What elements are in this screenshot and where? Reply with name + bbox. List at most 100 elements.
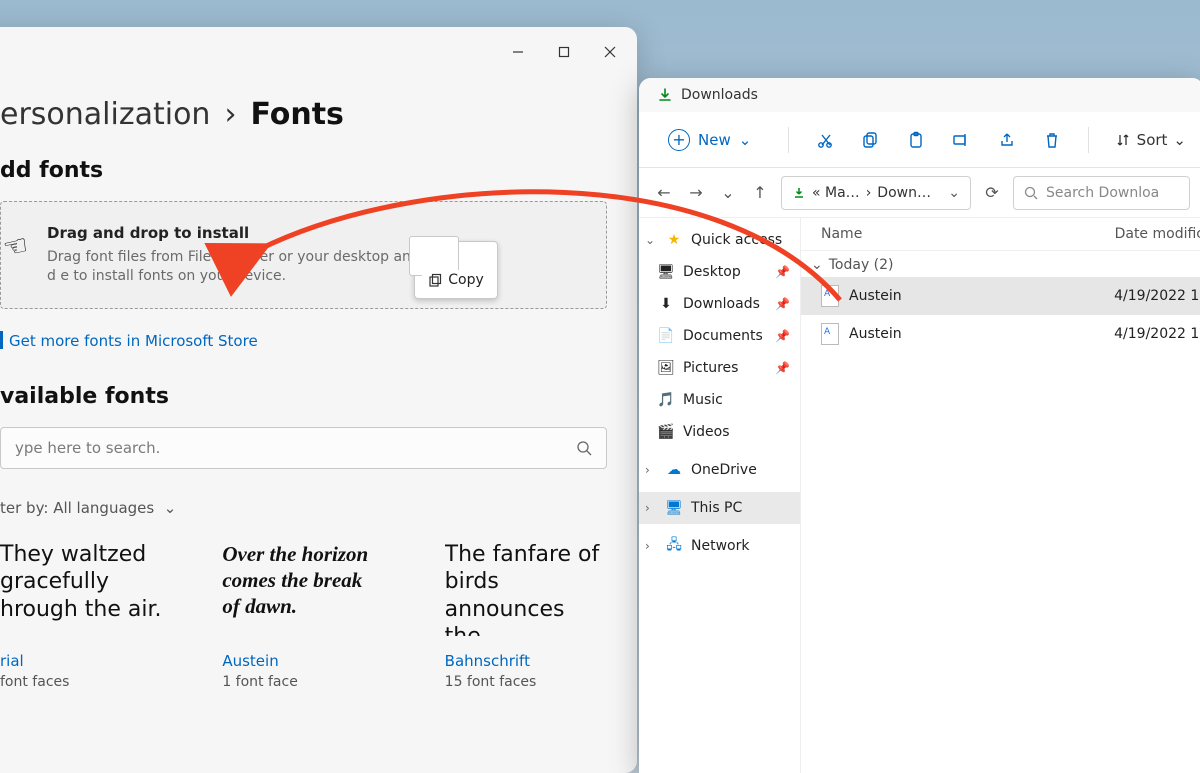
col-name[interactable]: Name — [821, 226, 1115, 242]
explorer-window: Downloads + New ⌄ Sort ⌄ ← → ⌄ ↑ « Ma… ›… — [639, 78, 1200, 773]
font-drop-zone[interactable]: ☜ Drag and drop to install Drag font fil… — [0, 201, 607, 309]
font-file-icon — [821, 285, 839, 307]
font-name[interactable]: rial — [0, 652, 162, 670]
font-file-icon — [821, 323, 839, 345]
hand-cursor-icon: ☜ — [0, 228, 31, 265]
settings-window: ersonalization › Fonts dd fonts ☜ Drag a… — [0, 27, 637, 773]
file-group-today[interactable]: ⌄ Today (2) — [801, 251, 1200, 277]
explorer-sidebar: ⌄ ★ Quick access 🖥Desktop📌⬇Downloads📌📄Do… — [639, 218, 801, 773]
back-button[interactable]: ← — [653, 183, 675, 202]
delete-button[interactable] — [1042, 130, 1061, 150]
desktop-icon: 🖥 — [657, 263, 675, 281]
pin-icon: 📌 — [775, 297, 790, 311]
chevron-right-icon: › — [645, 539, 657, 553]
address-bar[interactable]: « Ma… › Down… ⌄ — [781, 176, 971, 210]
sidebar-item-video[interactable]: 🎬Videos — [639, 416, 800, 448]
font-faces: 1 font face — [222, 674, 384, 690]
font-sample: The fanfare of birds announces the… — [445, 541, 607, 636]
drag-copy-tooltip: Copy — [414, 241, 498, 299]
pin-icon: 📌 — [775, 361, 790, 375]
explorer-toolbar: + New ⌄ Sort ⌄ — [639, 112, 1200, 168]
chevron-down-icon[interactable]: ⌄ — [948, 185, 960, 201]
share-button[interactable] — [997, 130, 1016, 150]
filter-row[interactable]: ter by: All languages ⌄ — [0, 499, 607, 517]
download-icon — [792, 186, 806, 200]
explorer-tab[interactable]: Downloads — [639, 78, 1200, 112]
column-headers[interactable]: Name Date modific — [801, 218, 1200, 251]
tab-title: Downloads — [681, 87, 758, 103]
breadcrumb-parent[interactable]: ersonalization — [0, 97, 210, 132]
new-button[interactable]: + New ⌄ — [657, 124, 762, 156]
search-icon — [1024, 186, 1038, 200]
forward-button[interactable]: → — [685, 183, 707, 202]
settings-titlebar — [0, 27, 637, 77]
sort-icon — [1115, 132, 1131, 148]
font-cards: They waltzed gracefully hrough the air. … — [0, 541, 607, 690]
paste-button[interactable] — [906, 130, 925, 150]
sort-button[interactable]: Sort ⌄ — [1115, 131, 1186, 149]
cut-button[interactable] — [815, 130, 834, 150]
font-sample: They waltzed gracefully hrough the air. — [0, 541, 162, 636]
minimize-button[interactable] — [495, 36, 541, 68]
monitor-icon: 🖥 — [665, 499, 683, 517]
pin-icon: 📌 — [775, 329, 790, 343]
music-icon: 🎵 — [657, 391, 675, 409]
drop-description: Drag font files from File Explorer or yo… — [47, 248, 427, 286]
chevron-down-icon: ⌄ — [1173, 131, 1186, 149]
chevron-down-icon: ⌄ — [739, 131, 752, 149]
chevron-down-icon[interactable]: ⌄ — [717, 183, 739, 202]
sidebar-network[interactable]: › 🖧 Network — [639, 530, 800, 562]
sidebar-item-music[interactable]: 🎵Music — [639, 384, 800, 416]
chevron-down-icon: ⌄ — [159, 499, 176, 517]
video-icon: 🎬 — [657, 423, 675, 441]
font-sample: Over the horizon comes the break of dawn… — [222, 541, 384, 636]
font-name[interactable]: Bahnschrift — [445, 652, 607, 670]
download-icon: ⬇ — [657, 295, 675, 313]
refresh-button[interactable]: ⟳ — [981, 183, 1003, 202]
breadcrumb: ersonalization › Fonts — [0, 97, 607, 132]
copy-icon — [428, 273, 442, 287]
chevron-right-icon: › — [224, 97, 236, 132]
font-card[interactable]: They waltzed gracefully hrough the air. … — [0, 541, 162, 690]
chevron-right-icon: › — [645, 501, 657, 515]
breadcrumb-current: Fonts — [250, 97, 343, 132]
sidebar-this-pc[interactable]: › 🖥 This PC — [639, 492, 800, 524]
font-card[interactable]: Over the horizon comes the break of dawn… — [222, 541, 384, 690]
sidebar-item-document[interactable]: 📄Documents📌 — [639, 320, 800, 352]
cloud-icon: ☁ — [665, 461, 683, 479]
sidebar-item-picture[interactable]: 🖼Pictures📌 — [639, 352, 800, 384]
add-fonts-heading: dd fonts — [0, 158, 607, 183]
font-card[interactable]: The fanfare of birds announces the… Bahn… — [445, 541, 607, 690]
file-row[interactable]: Austein4/19/2022 1: — [801, 315, 1200, 353]
close-button[interactable] — [587, 36, 633, 68]
picture-icon: 🖼 — [657, 359, 675, 377]
sidebar-onedrive[interactable]: › ☁ OneDrive — [639, 454, 800, 486]
network-icon: 🖧 — [665, 537, 683, 555]
plus-icon: + — [668, 129, 690, 151]
sidebar-item-desktop[interactable]: 🖥Desktop📌 — [639, 256, 800, 288]
font-search-input[interactable]: ype here to search. — [0, 427, 607, 469]
download-icon — [657, 87, 673, 103]
search-placeholder: ype here to search. — [15, 439, 576, 457]
chevron-down-icon: ⌄ — [645, 233, 657, 247]
store-link[interactable]: Get more fonts in Microsoft Store — [0, 331, 258, 350]
copy-button[interactable] — [861, 130, 880, 150]
drop-title: Drag and drop to install — [47, 224, 584, 242]
explorer-search-input[interactable]: Search Downloa — [1013, 176, 1190, 210]
file-row[interactable]: Austein4/19/2022 1: — [801, 277, 1200, 315]
rename-button[interactable] — [951, 130, 970, 150]
chevron-down-icon: ⌄ — [811, 257, 823, 273]
maximize-button[interactable] — [541, 36, 587, 68]
chevron-right-icon: › — [645, 463, 657, 477]
up-button[interactable]: ↑ — [749, 183, 771, 202]
address-bar-row: ← → ⌄ ↑ « Ma… › Down… ⌄ ⟳ Search Downloa — [639, 168, 1200, 218]
search-icon — [576, 440, 592, 456]
font-faces: 15 font faces — [445, 674, 607, 690]
file-pane: Name Date modific ⌄ Today (2) Austein4/1… — [801, 218, 1200, 773]
font-name[interactable]: Austein — [222, 652, 384, 670]
col-date[interactable]: Date modific — [1115, 226, 1200, 242]
sidebar-quick-access[interactable]: ⌄ ★ Quick access — [639, 224, 800, 256]
font-faces: font faces — [0, 674, 162, 690]
sidebar-item-download[interactable]: ⬇Downloads📌 — [639, 288, 800, 320]
pin-icon: 📌 — [775, 265, 790, 279]
